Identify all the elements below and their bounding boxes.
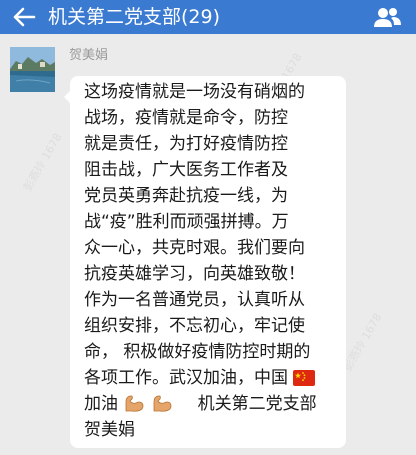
message-line-with-flag: 各项工作。武汉加油，中国 [84,365,334,391]
chat-title: 机关第二党支部(29) [48,6,221,28]
back-arrow-icon[interactable] [10,5,38,29]
china-flag-icon [293,370,316,386]
watermark: 彭燕玲 1678 [340,311,385,374]
avatar[interactable] [10,47,55,92]
message-bubble[interactable]: 这场疫情就是一场没有硝烟的 战场，疫情就是命令，防控 就是责任，为打好疫情防控 … [64,76,346,448]
message-line: 战“疫”胜利而顽强拼搏。万 [84,212,289,232]
message-text: 加油 [84,394,118,414]
message-line: 就是责任，为打好疫情防控 [84,134,288,154]
message-line: 众一心，共克时艰。我们要向 [84,238,305,258]
message-line: 组织安排，不忘初心，牢记使 [84,316,305,336]
message-line: 这场疫情就是一场没有硝烟的 [84,82,305,102]
title-bar: 机关第二党支部(29) [0,0,416,34]
flexed-biceps-icon [126,395,144,412]
message-line-with-emoji: 加油 机关第二党支部 [84,391,334,417]
message-text: 机关第二党支部 [197,394,317,414]
watermark: 彭燕玲 1678 [20,131,65,194]
bubble-tail [64,90,71,104]
message-text: 各项工作。武汉加油，中国 [84,368,288,388]
flexed-biceps-icon [153,395,172,412]
message-line: 党员英勇奔赴抗疫一线，为 [84,186,288,206]
message-line: 战场，疫情就是命令，防控 [84,108,288,128]
message-line: 作为一名普通党员，认真听从 [84,290,305,310]
message-line: 阻击战，广大医务工作者及 [84,160,288,180]
message-signature: 贺美娟 [84,420,135,440]
chat-area: 彭燕玲 1678 彭燕玲 1678 彭燕玲 1678 贺美娟 这场疫情就是一场没… [0,34,416,455]
message-line: 命， 积极做好疫情防控时期的 [84,342,311,362]
sender-name: 贺美娟 [69,48,109,63]
group-members-icon[interactable] [372,5,402,29]
message-line: 抗疫英雄学习，向英雄致敬！ [84,264,305,284]
